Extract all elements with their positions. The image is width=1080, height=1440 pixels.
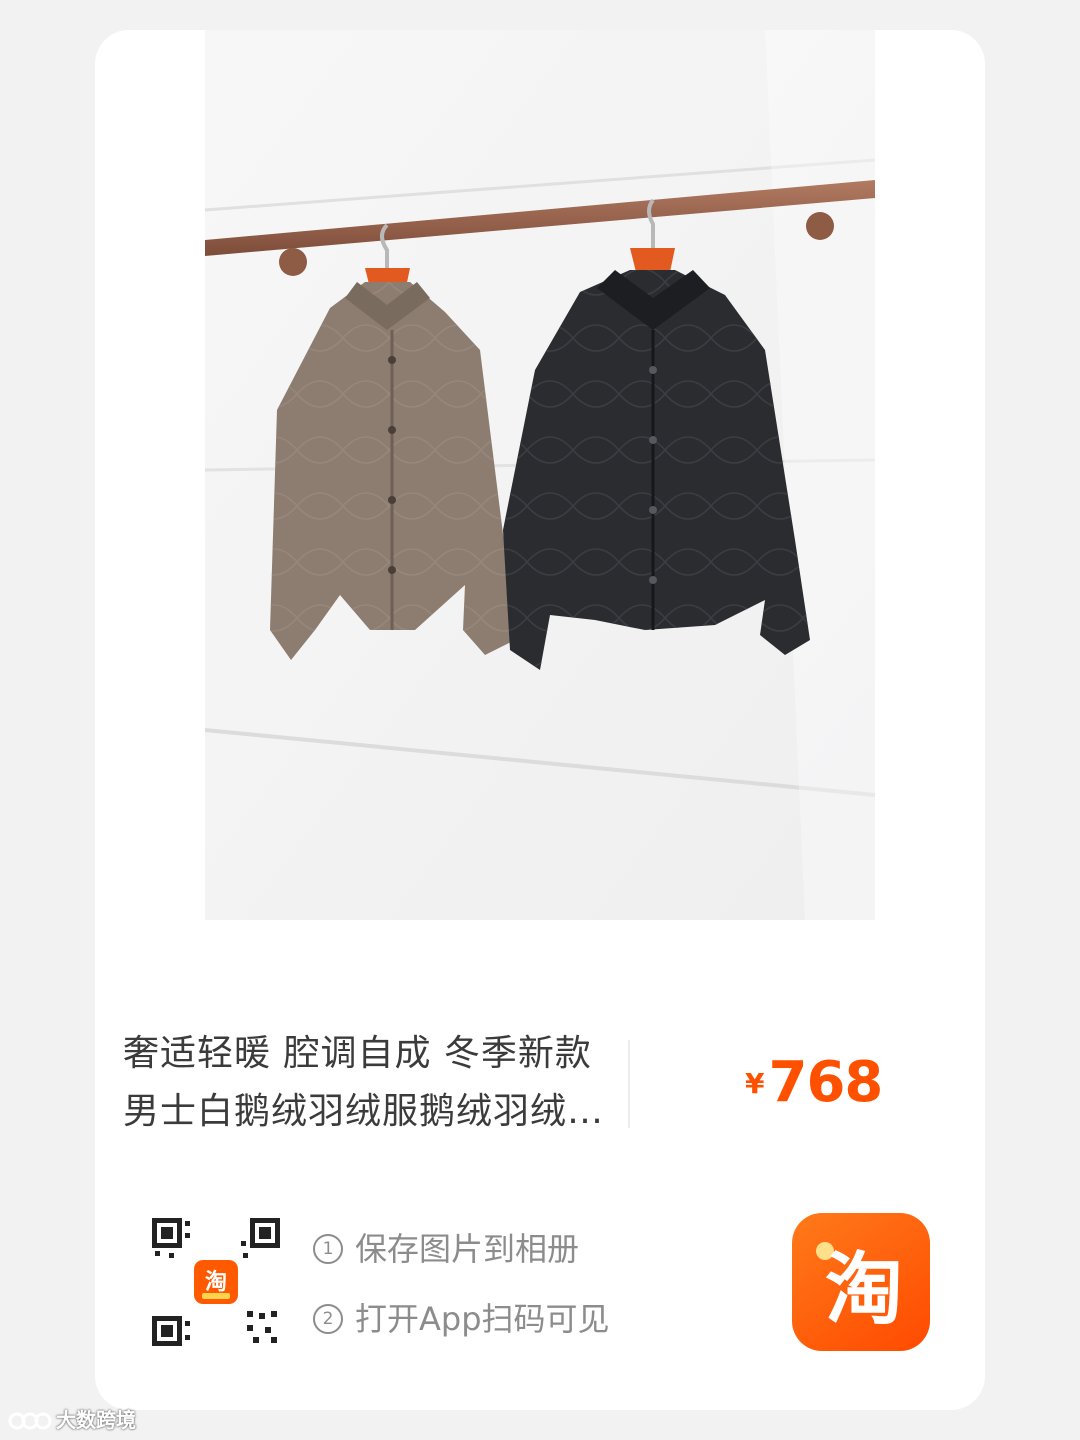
step-save-image-text: 保存图片到相册 [355,1230,580,1268]
watermark-text: 大数跨境 [56,1408,136,1432]
watermark-logo-icon [8,1412,52,1430]
share-instructions: 1 保存图片到相册 2 打开App扫码可见 [313,1220,610,1360]
svg-text:淘: 淘 [205,1269,227,1295]
price-amount: 768 [768,1050,883,1115]
product-price: ¥768 [745,1050,883,1115]
step-number-2: 2 [313,1304,343,1334]
currency-symbol: ¥ [745,1067,765,1100]
share-card: 奢适轻暖 腔调自成 冬季新款男士白鹅绒羽绒服鹅绒羽绒服男 ¥768 [95,30,985,1410]
step-save-image: 1 保存图片到相册 [313,1220,610,1290]
step-scan-code-text: 打开App扫码可见 [355,1300,610,1338]
taobao-logo-icon[interactable]: 淘 [792,1213,930,1351]
svg-text:淘: 淘 [825,1245,903,1335]
step-number-1: 1 [313,1234,343,1264]
step-scan-code: 2 打开App扫码可见 [313,1290,610,1360]
watermark: 大数跨境 [8,1404,136,1433]
qr-code-icon[interactable]: 淘 [147,1213,285,1351]
product-title[interactable]: 奢适轻暖 腔调自成 冬季新款男士白鹅绒羽绒服鹅绒羽绒服男 [123,1025,605,1141]
divider [628,1040,630,1128]
product-image[interactable] [205,30,875,920]
